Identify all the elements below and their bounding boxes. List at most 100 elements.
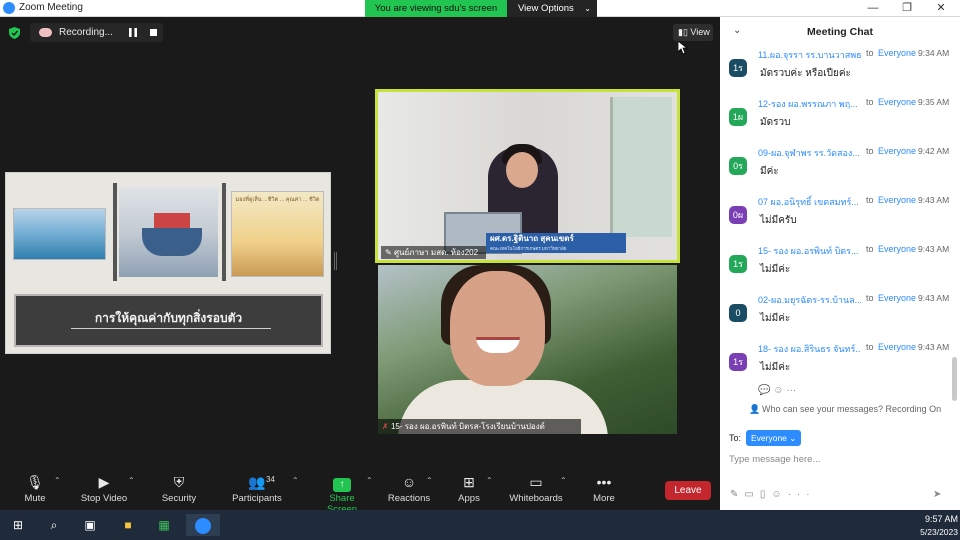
more-button[interactable]: ••• More [590,473,618,504]
chat-message[interactable]: 1ร 15- รอง ผอ.อรพินท์ บิตร... to Everyone 9:… [720,244,952,293]
minimize-button[interactable]: — [856,0,890,17]
mouse-cursor-icon [678,41,688,55]
video-options-caret[interactable]: ⌃ [128,476,135,485]
video-tile-active-speaker[interactable]: ผศ.ดร.ฐิตินาถ สุคนเขตร์ คณะเทคโนโลยีการเ… [375,89,680,263]
chat-message[interactable]: 0ผ 07 ผอ.อนิรุทธิ์ เขตสมทร์... to Everyone 9… [720,195,952,244]
speaker-name-plate-subtitle: คณะเทคโนโลยีการเกษตร มหาวิทยาลัย [490,246,567,251]
chat-message[interactable]: 0ร 09-ผอ.จุฬาพร รร.วัดสอง... to Everyone 9:4… [720,146,952,195]
recipient-value: Everyone [751,433,787,443]
sender-name[interactable]: 09-ผอ.จุฬาพร รร.วัดสอง... [758,146,861,160]
chat-message[interactable]: 1ผ 12-รอง ผอ.พรรณภา พฤ... to Everyone 9:35 A… [720,97,952,146]
meeting-toolbar: 🎙 Mute ⌃ ▶ Stop Video ⌃ ⛨ Security 👥 34 … [0,470,720,515]
reactions-icon: ☺ [401,474,417,490]
slide-divider [222,183,226,281]
message-recipient[interactable]: Everyone [878,342,916,352]
chat-scrollbar[interactable] [952,357,957,401]
view-layout-button[interactable]: ▮▯ View [673,24,713,41]
chevron-down-icon[interactable]: ⌄ [733,25,741,36]
sender-avatar: 1ร [729,353,747,371]
security-button[interactable]: ⛨ Security [158,473,200,504]
sender-name[interactable]: 12-รอง ผอ.พรรณภา พฤ... [758,97,861,111]
zoom-icon[interactable] [186,514,220,536]
search-icon[interactable]: ⌕ [42,514,66,536]
message-recipient[interactable]: Everyone [878,48,916,58]
sender-name[interactable]: 15- รอง ผอ.อรพินท์ บิตร... [758,244,861,258]
speaker-face [506,152,538,188]
participants-options-caret[interactable]: ⌃ [292,476,299,485]
message-text: ไม่มีค่ะ [760,362,791,373]
sender-name[interactable]: 02-ผอ.มยุรฉัตร-รร.บ้านล... [758,293,861,307]
windows-taskbar: ⊞ ⌕ ▣ ■ ▦ 9:57 AM 5/23/2023 [0,510,960,540]
audio-options-caret[interactable]: ⌃ [54,476,61,485]
sender-avatar: 1ร [729,255,747,273]
leave-button[interactable]: Leave [665,481,711,500]
task-view-icon[interactable]: ▣ [78,514,102,536]
share-options-caret[interactable]: ⌃ [366,476,373,485]
windows-start-icon[interactable]: ⊞ [6,514,30,536]
close-button[interactable]: ✕ [924,0,958,17]
more-dots-icon[interactable]: ··· [788,489,816,500]
apps-options-caret[interactable]: ⌃ [486,476,493,485]
participant-name-label: ✎ ศูนย์ภาษา มสด. ห้อง202 [381,246,486,259]
view-options-label: View Options [518,3,574,14]
message-time: 9:43 AM [918,195,950,205]
message-time: 9:43 AM [918,244,950,254]
message-time: 9:43 AM [918,342,950,352]
sender-name[interactable]: 11.ผอ.จุรรา รร.บานวาสพธ [758,48,861,62]
panel-splitter-handle[interactable] [334,252,337,270]
to-word: to [866,48,874,58]
view-label: View [690,27,710,37]
viewing-screen-banner: You are viewing sdu's screen [365,0,507,17]
pause-icon[interactable] [129,28,137,37]
emoji-icon[interactable]: ☺ [771,489,787,500]
taskbar-clock-time[interactable]: 9:57 AM [912,514,958,524]
send-icon[interactable]: ➤ [933,489,941,500]
stop-recording-icon[interactable] [150,29,157,36]
whiteboard-icon: ▭ [529,474,543,490]
apps-button[interactable]: ⊞ Apps [455,473,483,504]
share-screen-button[interactable]: ↑ Share Screen [313,473,371,515]
stop-video-button[interactable]: ▶ Stop Video [78,473,130,504]
message-recipient[interactable]: Everyone [878,195,916,205]
mute-button[interactable]: 🎙 Mute [18,473,52,504]
chevron-down-icon: ⌄ [789,433,797,443]
shield-icon[interactable] [9,27,20,39]
chat-message[interactable]: 0 02-ผอ.มยุรฉัตร-รร.บ้านล... to Everyone 9:4… [720,293,952,342]
sender-avatar: 0ผ [729,206,747,224]
screenshot-icon[interactable]: ▭ [744,489,759,500]
message-recipient[interactable]: Everyone [878,244,916,254]
message-recipient[interactable]: Everyone [878,146,916,156]
chat-message[interactable]: 1ร 18- รอง ผอ.สิรินธร จันทร์... to Everyone… [720,342,952,391]
chevron-down-icon: ⌄ [584,4,591,13]
message-text: ไม่มีครับ [760,215,797,226]
format-icon[interactable]: ✎ [730,489,744,500]
reactions-options-caret[interactable]: ⌃ [426,476,433,485]
chat-message[interactable]: 1ร 11.ผอ.จุรรา รร.บานวาสพธ to Everyone 9:34 … [720,48,952,97]
to-word: to [866,146,874,156]
video-tile-participant[interactable]: ✗ 15- รอง ผอ.อรพินท์ บิตรส-โรงเรียนบ้านป… [378,265,677,434]
reactions-button[interactable]: ☺ Reactions [387,473,431,504]
taskbar-clock-date[interactable]: 5/23/2023 [905,527,958,537]
maximize-button[interactable]: ❐ [890,0,924,17]
to-word: to [866,293,874,303]
message-recipient[interactable]: Everyone [878,97,916,107]
whiteboards-label: Whiteboards [509,493,563,504]
apps-label: Apps [458,493,480,504]
chat-privacy-note[interactable]: Who can see your messages? Recording On [762,404,941,414]
file-explorer-icon[interactable]: ■ [116,514,140,536]
message-time: 9:35 AM [918,97,950,107]
app-grid-icon[interactable]: ▦ [152,514,176,536]
shared-screen-content[interactable]: มองที่ดูเห็น ...ชีวิต ... คุณค่า ... ชีว… [5,172,331,354]
view-options-button[interactable]: View Options ⌄ [507,0,597,17]
chat-message-input[interactable] [729,451,949,468]
sender-name[interactable]: 18- รอง ผอ.สิรินธร จันทร์... [758,342,861,356]
sender-name[interactable]: 07 ผอ.อนิรุทธิ์ เขตสมทร์... [758,195,861,209]
whiteboards-button[interactable]: ▭ Whiteboards [508,473,564,504]
recipient-dropdown[interactable]: Everyone ⌄ [746,430,801,446]
participants-button[interactable]: 👥 34 Participants [230,473,284,504]
whiteboards-options-caret[interactable]: ⌃ [560,476,567,485]
to-word: to [866,244,874,254]
file-icon[interactable]: ▯ [760,489,772,500]
slide-boat-cabin [154,213,190,229]
message-recipient[interactable]: Everyone [878,293,916,303]
